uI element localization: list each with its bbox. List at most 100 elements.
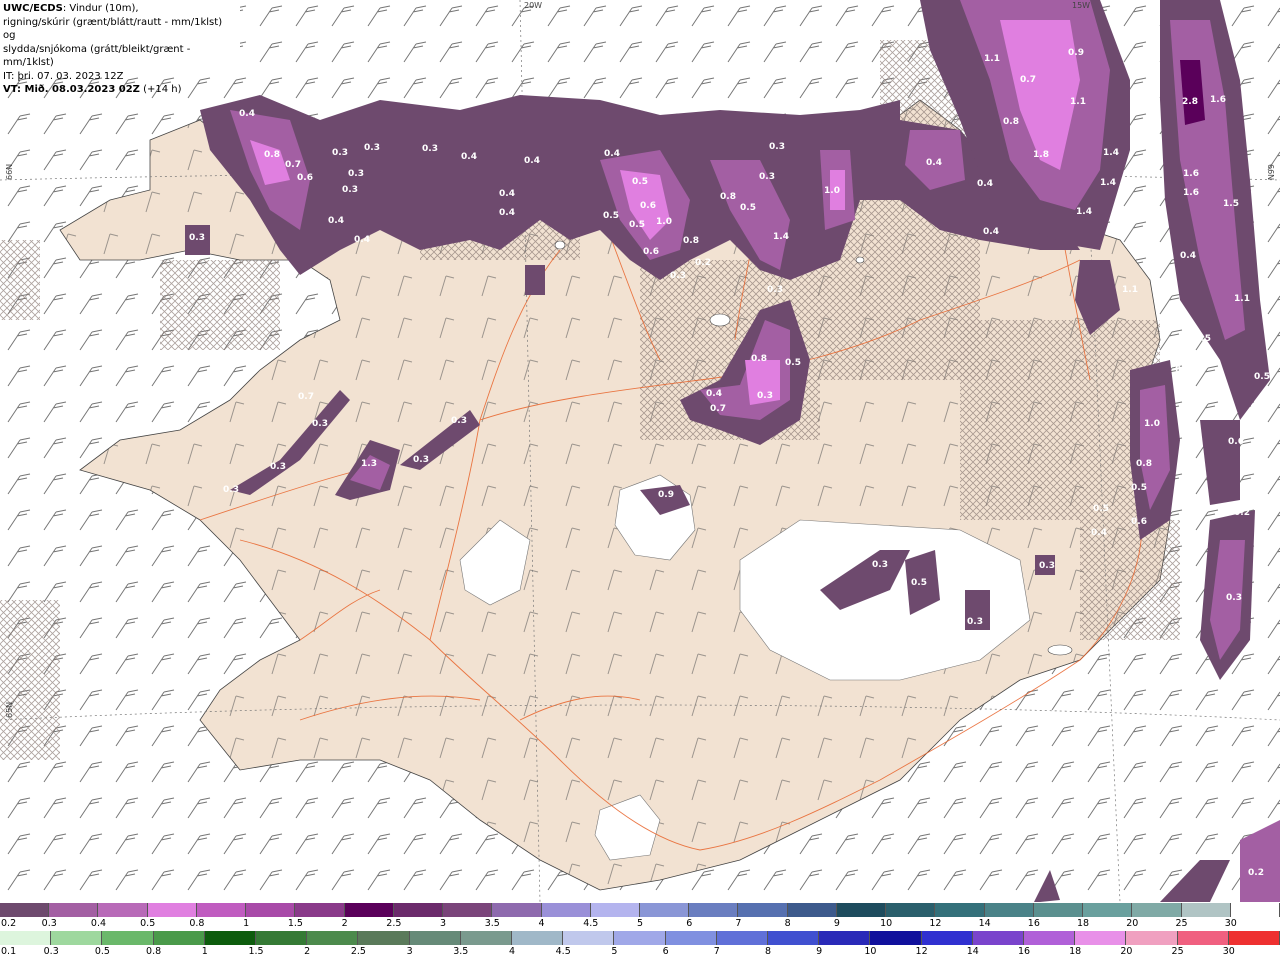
legend-tick-label: 0.5 [140,918,156,929]
precip-value-label: 1.0 [656,217,672,227]
precip-value-label: 0.7 [298,392,314,402]
precip-value-label: 0.3 [872,560,888,570]
precip-value-label: 0.4 [239,109,255,119]
legend-swatch [870,931,922,945]
precip-value-label: 0.4 [983,227,999,237]
precip-value-label: 0.4 [1091,528,1107,538]
precip-value-label: 0.3 [769,142,785,152]
legend-swatch [1132,903,1182,917]
legend-swatch [689,903,739,917]
precip-value-label: 0.3 [413,455,429,465]
legend-swatch [246,903,296,917]
precip-value-label: 0.3 [189,233,205,243]
legend-swatch [590,903,640,917]
legend-swatch [541,903,591,917]
legend-tick-label: 4 [508,946,516,957]
info-title-line: UWC/ECDS: Vindur (10m), [3,3,139,14]
precip-value-label: 0.4 [604,149,620,159]
legend-swatch [344,903,394,917]
legend-tick-label: 14 [978,918,991,929]
precip-value-label: 0.5 [740,203,756,213]
precip-value-label: 0.8 [751,354,767,364]
precip-value-label: 0.5 [1254,372,1270,382]
legend-tick-label: 20 [1126,918,1139,929]
legend-rain-labels: 0.1 0.3 0.5 0.8 1 1.5 2 2.5 3 3.5 4 4.5 5 6 7 8 9 10 12 14 1… [0,946,1280,959]
precip-value-label: 1.6 [1183,169,1199,179]
legend-tick-label: 30 [1224,918,1237,929]
precip-value-label: 1.4 [773,232,789,242]
precip-value-label: 0.6 [1228,437,1244,447]
precip-value-label: 0.3 [1175,365,1191,375]
legend-swatch [147,903,197,917]
precip-value-label: 2.8 [1182,97,1198,107]
legend-swatch [836,903,887,917]
precip-value-label: 0.3 [364,143,380,153]
legend-tick-label: 0.3 [43,946,59,957]
precip-value-label: 0.2 [695,258,711,268]
legend-tick-label: 1 [243,918,250,929]
precip-value-label: 0.3 [422,144,438,154]
legend-swatch [972,931,1024,945]
legend-swatch [1126,931,1178,945]
precip-value-label: 0.8 [1003,117,1019,127]
legend-tick-label: 25 [1171,946,1184,957]
precip-value-label: 0.4 [499,189,515,199]
lat-label-66n-right: 66N [1266,164,1275,180]
legend-swatch [358,931,410,945]
legend-swatch [1024,931,1076,945]
precip-value-label: 0.3 [1039,561,1055,571]
legend-tick-label: 10 [880,918,893,929]
precip-value-label: 1.1 [984,54,1000,64]
legend-tick-label: 5 [611,946,618,957]
legend-rain-bar [0,931,1280,945]
precip-value-label: 0.3 [767,285,783,295]
precip-value-label: 0.6 [297,173,313,183]
lon-label-20w: 20W [524,1,542,10]
precip-value-label: 0.3 [342,185,358,195]
legend-tick-label: 9 [816,946,823,957]
legend-tick-label: 4 [538,918,545,929]
precip-value-label: 0.2 [1248,868,1264,878]
info-rain-line: rigning/skúrir (grænt/blátt/rautt - mm/1… [3,16,223,42]
legend-swatch [0,903,50,917]
legend-tick-label: 3 [406,946,413,957]
precip-value-label: 1.4 [1076,207,1092,217]
legend-tick-label: 16 [1027,918,1040,929]
legend-swatch [819,931,871,945]
legend-tick-label: 16 [1017,946,1031,957]
legend-tick-label: 18 [1069,946,1082,957]
legend-tick-label: 0.2 [1,918,17,929]
precip-value-label: 0.5 [785,358,801,368]
info-snow-line: slydda/snjókoma (grátt/bleikt/grænt - mm… [3,43,191,69]
info-initial-time: IT: þri. 07. 03. 2023 12Z [3,70,124,82]
legend-tick-label: 20 [1120,946,1133,957]
precip-value-label: 0.6 [643,247,659,257]
precip-value-label: 0.4 [499,208,515,218]
precip-value-label: 0.3 [1226,593,1242,603]
precip-value-label: 1.6 [1210,95,1226,105]
precip-value-label: 0.4 [524,156,540,166]
precip-value-label: 0.9 [1068,48,1084,58]
precip-value-label: 1.8 [1033,150,1049,160]
legend-tick-label: 2.5 [386,918,402,929]
lat-label-65n-left: 65N [5,702,14,718]
legend-swatch [512,931,564,945]
legend-tick-label: 8 [784,918,791,929]
legend-swatch [256,931,308,945]
legend-swatch [102,931,154,945]
legend-swatch [886,903,936,917]
legend-swatch [409,931,461,945]
legend-swatch [98,903,148,917]
legend-swatch [768,931,820,945]
precip-value-label: 0.3 [312,419,328,429]
precip-value-label: 1.5 [1223,199,1239,209]
legend-swatch [307,931,359,945]
precip-value-label: 0.4 [354,235,370,245]
legend-tick-label: 0.5 [94,946,110,957]
legend-swatch [443,903,493,917]
legend-swatch [1075,931,1127,945]
legend-swatch [984,903,1034,917]
legend-tick-label: 6 [662,946,669,957]
legend-tick-label: 0.4 [90,918,107,929]
legend-tick-label: 0.8 [189,918,205,929]
